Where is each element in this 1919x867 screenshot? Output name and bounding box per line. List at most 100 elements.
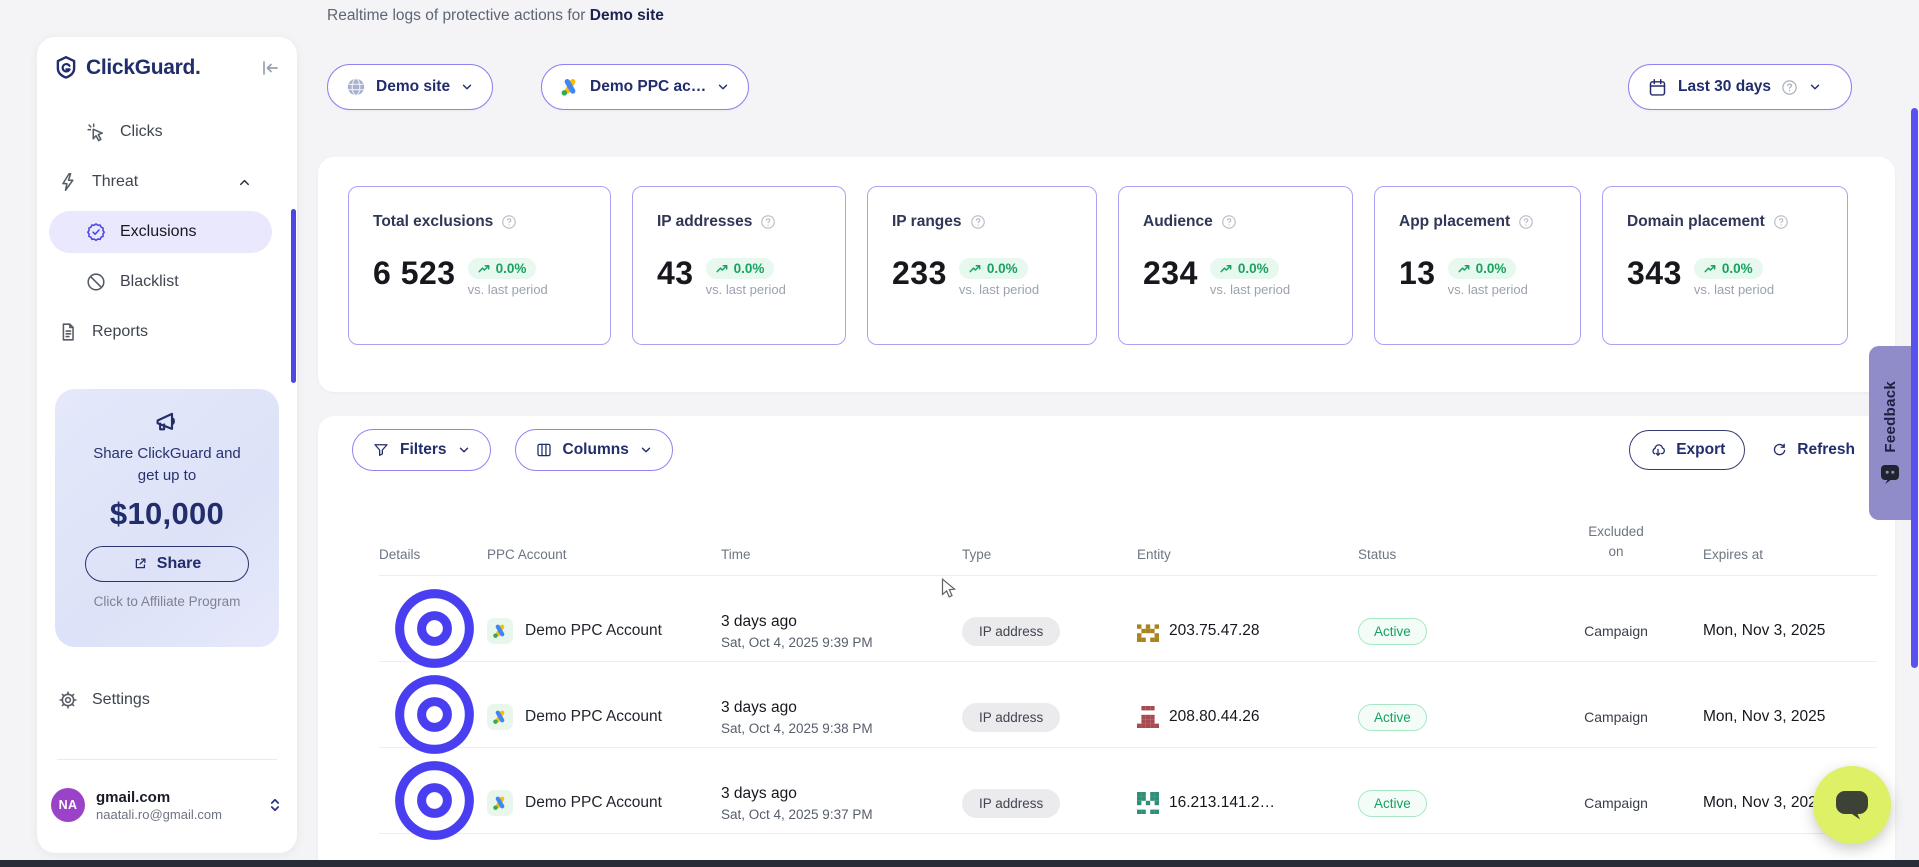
question-icon[interactable] [501,214,517,230]
stat-card-value: 233 [892,258,947,288]
type-badge: IP address [962,789,1060,818]
stat-card: App placement130.0%vs. last period [1374,186,1581,345]
feedback-tab[interactable]: Feedback [1869,346,1911,520]
time-absolute: Sat, Oct 4, 2025 9:37 PM [721,807,962,822]
sidebar-item-reports[interactable]: Reports [49,311,272,353]
site-selector-label: Demo site [376,78,450,96]
excluded-on-value: Campaign [1579,623,1653,639]
stat-card-label: Total exclusions [373,213,493,231]
stat-card-value: 234 [1143,258,1198,288]
question-icon[interactable] [1518,214,1534,230]
trend-up-icon [1704,264,1717,274]
table-row: Demo PPC Account3 days agoSat, Oct 4, 20… [379,748,1877,834]
columns-button-label: Columns [563,441,629,459]
question-icon[interactable] [970,214,986,230]
delta-caption: vs. last period [1448,282,1528,297]
refresh-icon [1771,442,1788,459]
cloud-download-icon [1649,441,1667,459]
share-button-label: Share [157,555,201,573]
sidebar-item-exclusions[interactable]: Exclusions [49,211,272,253]
sidebar-item-label: Exclusions [120,223,196,241]
external-link-icon [133,556,148,571]
sidebar-item-clicks[interactable]: Clicks [49,111,272,153]
column-header: Entity [1137,547,1358,562]
columns-icon [535,441,553,459]
trend-up-icon [1458,264,1471,274]
columns-button[interactable]: Columns [515,429,673,471]
delta-badge: 0.0% [959,258,1028,279]
ppc-account-selector[interactable]: Demo PPC ac… [541,64,749,110]
sidebar-scrollbar-thumb[interactable] [291,209,296,383]
sidebar-collapse-icon[interactable] [259,57,281,79]
time-absolute: Sat, Oct 4, 2025 9:38 PM [721,721,962,736]
affiliate-promo-card[interactable]: Share ClickGuard and get up to $10,000 S… [55,389,279,647]
date-range-selector[interactable]: Last 30 days [1628,64,1852,110]
page-scrollbar-thumb[interactable] [1911,108,1918,668]
promo-text-line2: get up to [55,465,279,487]
trend-up-icon [478,264,491,274]
excluded-on-value: Campaign [1579,709,1653,725]
sidebar-item-blacklist[interactable]: Blacklist [49,261,272,303]
ppc-account-name: Demo PPC Account [525,622,662,640]
question-icon[interactable] [1221,214,1237,230]
table-row: Demo PPC Account3 days agoSat, Oct 4, 20… [379,662,1877,748]
time-relative: 3 days ago [721,785,962,803]
refresh-button[interactable]: Refresh [1771,441,1855,459]
stat-card: Total exclusions6 5230.0%vs. last period [348,186,611,345]
export-button[interactable]: Export [1629,430,1745,470]
sidebar-item-label: Blacklist [120,273,179,291]
clickguard-logo-icon [53,55,79,81]
clickguard-logo-text: ClickGuard. [86,56,201,80]
google-ads-icon [560,77,580,97]
expires-at-value: Mon, Nov 3, 2025 [1703,708,1877,726]
page-subtitle: Realtime logs of protective actions for … [327,7,664,25]
delta-badge: 0.0% [706,258,775,279]
chevron-down-icon [1808,80,1822,94]
question-icon[interactable] [760,214,776,230]
refresh-button-label: Refresh [1797,441,1855,459]
entity-identicon [1137,620,1159,642]
date-range-label: Last 30 days [1678,78,1771,96]
column-header: Details [379,547,487,562]
settings-label: Settings [92,691,150,709]
share-button[interactable]: Share [85,546,249,582]
user-menu[interactable]: NA gmail.com naatali.ro@gmail.com [51,783,283,827]
chevron-up-down-icon [267,797,283,813]
megaphone-icon [152,407,182,437]
ppc-account-selector-label: Demo PPC ac… [590,78,706,96]
entity-value: 208.80.44.26 [1169,708,1260,726]
column-header: Expires at [1703,547,1877,562]
entity-value: 16.213.141.2… [1169,794,1275,812]
filters-button-label: Filters [400,441,447,459]
question-icon[interactable] [1773,214,1789,230]
type-badge: IP address [962,617,1060,646]
column-header: Time [721,547,962,562]
ppc-account-name: Demo PPC Account [525,708,662,726]
sidebar-item-settings[interactable]: Settings [49,679,272,721]
filters-button[interactable]: Filters [352,429,491,471]
gear-icon [57,689,79,711]
promo-amount: $10,000 [55,496,279,532]
feedback-face-icon [1880,464,1900,485]
feedback-tab-label: Feedback [1882,381,1899,453]
column-header: Excluded on [1579,522,1653,563]
delta-caption: vs. last period [1694,282,1774,297]
sidebar-item-threat[interactable]: Threat [49,161,272,203]
chevron-down-icon [460,80,474,94]
entity-identicon [1137,792,1159,814]
question-icon[interactable] [1781,79,1798,96]
user-email: naatali.ro@gmail.com [96,807,222,822]
sidebar-item-label: Threat [92,173,138,191]
subtitle-site-name: Demo site [590,7,664,24]
sidebar-item-label: Clicks [120,123,163,141]
status-badge: Active [1358,790,1427,817]
site-selector[interactable]: Demo site [327,64,493,110]
logo[interactable]: ClickGuard. [53,51,281,85]
stat-card-label: IP ranges [892,213,962,231]
details-eye-button[interactable] [382,840,487,857]
badge-check-icon [85,221,107,243]
chevron-down-icon [716,80,730,94]
affiliate-caption: Click to Affiliate Program [55,594,279,609]
chat-launcher-button[interactable] [1813,766,1891,844]
google-ads-icon [487,704,513,730]
